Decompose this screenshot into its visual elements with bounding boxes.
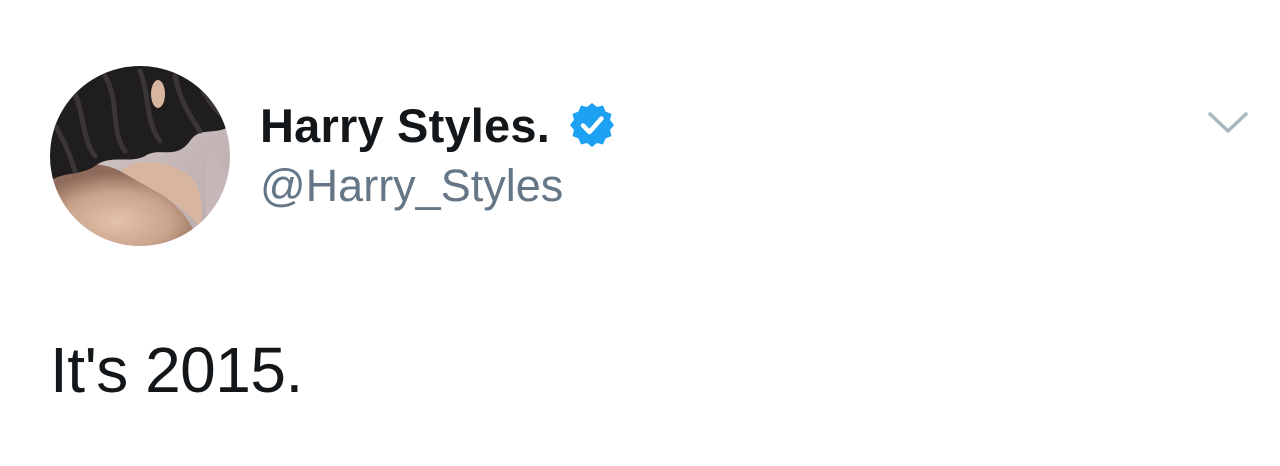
verified-badge-icon bbox=[568, 101, 616, 149]
chevron-down-icon[interactable] bbox=[1206, 106, 1250, 138]
display-name[interactable]: Harry Styles. bbox=[260, 98, 550, 153]
profile-photo-image bbox=[50, 66, 230, 246]
avatar[interactable] bbox=[50, 66, 230, 246]
username-handle[interactable]: @Harry_Styles bbox=[260, 160, 563, 212]
tweet-text: It's 2015. bbox=[50, 334, 303, 406]
author-name-row: Harry Styles. bbox=[260, 95, 616, 155]
tweet-card: Harry Styles. @Harry_Styles It's 2015. bbox=[0, 0, 1280, 466]
